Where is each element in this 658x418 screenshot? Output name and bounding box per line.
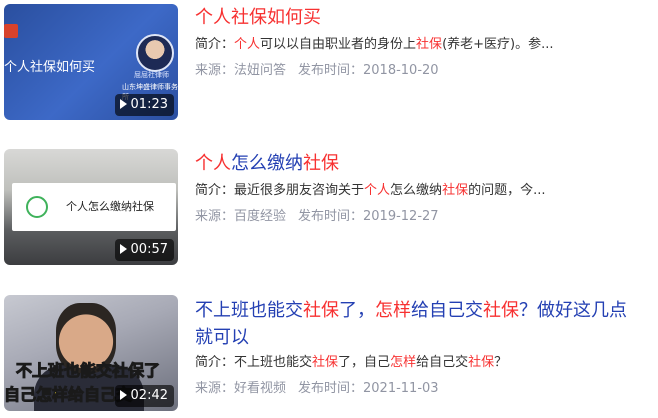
play-icon bbox=[119, 243, 127, 254]
text-segment: 可以以自由职业者的身份上 bbox=[260, 37, 417, 52]
video-thumbnail[interactable]: 不上班也能交社保了 自己怎样给自己交 02:42 bbox=[4, 295, 178, 411]
duration-text: 02:42 bbox=[130, 388, 168, 403]
duration-badge: 02:42 bbox=[114, 385, 174, 407]
highlight-text: 社保 bbox=[416, 37, 443, 52]
desc-text: 个人可以以自由职业者的身份上社保(养老+医疗)。参... bbox=[234, 37, 553, 52]
publish-time: 发布时间：2018-10-20 bbox=[298, 63, 439, 78]
result-meta: 来源：百度经验 发布时间：2019-12-27 bbox=[195, 207, 640, 227]
highlight-text: 社保 bbox=[483, 300, 519, 321]
thumbnail-caption: 个人社保如何买 bbox=[4, 60, 96, 75]
highlight-text: 个人社保如何买 bbox=[195, 7, 321, 28]
result-desc: 简介：最近很多朋友咨询关于个人怎么缴纳社保的问题，今... bbox=[195, 181, 640, 201]
thumbnail-name: 屈屈社律师 bbox=[134, 71, 169, 79]
desc-label: 简介： bbox=[195, 37, 235, 52]
highlight-text: 社保 bbox=[303, 300, 339, 321]
result-title[interactable]: 个人社保如何买 bbox=[195, 5, 640, 31]
highlight-text: 个人 bbox=[364, 183, 391, 198]
text-segment: ？ bbox=[494, 355, 508, 370]
text-segment: 了， bbox=[339, 300, 375, 321]
text-segment: 怎么缴纳 bbox=[390, 183, 443, 198]
thumbnail-caption-1: 不上班也能交社保了 bbox=[15, 361, 161, 381]
lightbulb-icon bbox=[26, 196, 48, 218]
source-text: 来源：法妞问答 bbox=[195, 63, 287, 78]
thumbnail-card: 个人怎么缴纳社保 bbox=[12, 183, 176, 231]
result-meta: 来源：好看视频 发布时间：2021-11-03 bbox=[195, 379, 640, 399]
result-meta: 来源：法妞问答 发布时间：2018-10-20 bbox=[195, 61, 640, 81]
highlight-text: 社保 bbox=[312, 355, 339, 370]
result-title[interactable]: 不上班也能交社保了，怎样给自己交社保？做好这几点就可以 bbox=[195, 297, 640, 351]
highlight-text: 个人 bbox=[195, 153, 231, 174]
desc-label: 简介： bbox=[195, 183, 235, 198]
lawyer-avatar bbox=[136, 34, 174, 72]
highlight-text: 怎样 bbox=[375, 300, 411, 321]
text-segment: 的问题，今... bbox=[468, 183, 546, 198]
text-segment: 不上班也能交 bbox=[195, 300, 303, 321]
duration-text: 01:23 bbox=[130, 97, 168, 112]
duration-badge: 00:57 bbox=[114, 239, 174, 261]
desc-text: 不上班也能交社保了，自己怎样给自己交社保？ bbox=[234, 355, 507, 370]
result-desc: 简介：个人可以以自由职业者的身份上社保(养老+医疗)。参... bbox=[195, 35, 640, 55]
text-segment: 了，自己 bbox=[338, 355, 391, 370]
text-segment: 不上班也能交 bbox=[234, 355, 313, 370]
result-desc: 简介：不上班也能交社保了，自己怎样给自己交社保？ bbox=[195, 353, 640, 373]
publish-time: 发布时间：2021-11-03 bbox=[298, 381, 439, 396]
text-segment: (养老+医疗)。参... bbox=[442, 37, 554, 52]
brand-badge-icon bbox=[4, 24, 18, 38]
highlight-text: 个人 bbox=[234, 37, 261, 52]
video-thumbnail[interactable]: 个人社保如何买 屈屈社律师 山东坤盛律师事务所 01:23 bbox=[4, 4, 178, 120]
publish-time: 发布时间：2019-12-27 bbox=[298, 209, 439, 224]
highlight-text: 社保 bbox=[303, 153, 339, 174]
source-text: 来源：百度经验 bbox=[195, 209, 287, 224]
highlight-text: 社保 bbox=[468, 355, 495, 370]
video-thumbnail[interactable]: 个人怎么缴纳社保 00:57 bbox=[4, 149, 178, 265]
play-icon bbox=[119, 389, 127, 400]
desc-label: 简介： bbox=[195, 355, 235, 370]
text-segment: 最近很多朋友咨询关于 bbox=[234, 183, 365, 198]
duration-badge: 01:23 bbox=[114, 94, 174, 116]
text-segment: 给自己交 bbox=[411, 300, 483, 321]
highlight-text: 社保 bbox=[442, 183, 469, 198]
result-title[interactable]: 个人怎么缴纳社保 bbox=[195, 151, 640, 177]
text-segment: 怎么缴纳 bbox=[231, 153, 303, 174]
desc-text: 最近很多朋友咨询关于个人怎么缴纳社保的问题，今... bbox=[234, 183, 545, 198]
highlight-text: 怎样 bbox=[390, 355, 417, 370]
source-text: 来源：好看视频 bbox=[195, 381, 287, 396]
text-segment: 给自己交 bbox=[416, 355, 469, 370]
thumbnail-caption-2: 自己怎样给自己交 bbox=[4, 385, 133, 405]
thumbnail-caption: 个人怎么缴纳社保 bbox=[66, 200, 154, 213]
duration-text: 00:57 bbox=[130, 242, 168, 257]
play-icon bbox=[119, 98, 127, 109]
